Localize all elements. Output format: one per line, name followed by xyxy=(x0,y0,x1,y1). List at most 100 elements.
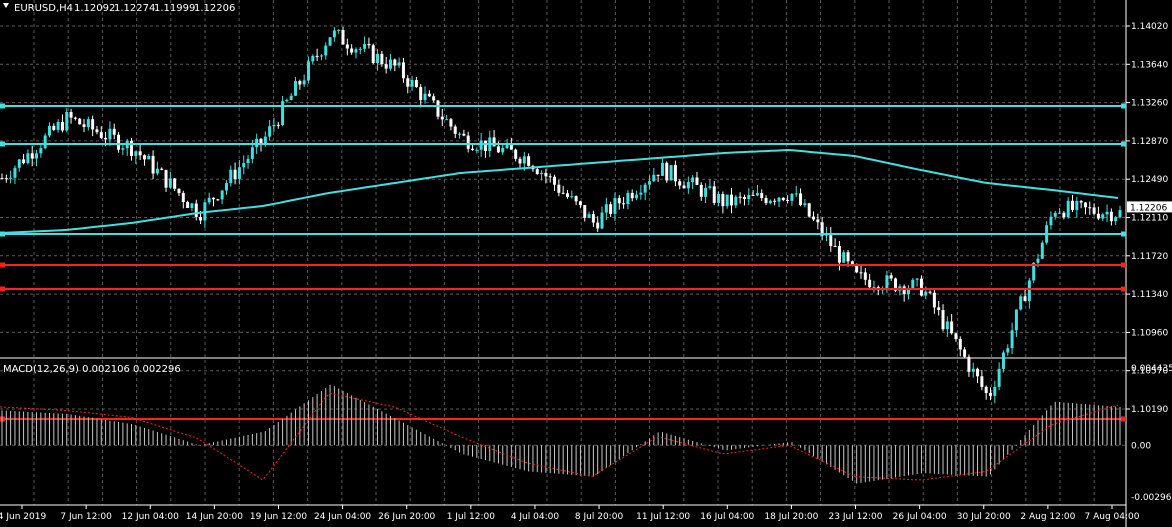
candle-body xyxy=(406,78,410,87)
time-tick-label: 2 Aug 12:00 xyxy=(1020,512,1075,522)
candle-body xyxy=(117,134,121,150)
candle-body xyxy=(289,95,293,100)
level-handle-left[interactable] xyxy=(0,286,5,292)
candle-body xyxy=(155,168,159,174)
candle-body xyxy=(1019,296,1023,310)
candle-body xyxy=(427,93,431,97)
candle-body xyxy=(471,148,475,151)
candle-body xyxy=(73,117,77,119)
high-value: 1.12274 xyxy=(114,3,155,14)
candle-body xyxy=(212,197,216,200)
chart-background xyxy=(0,0,1172,527)
candle-body xyxy=(613,198,617,214)
low-value: 1.11999 xyxy=(154,3,195,14)
candle-body xyxy=(790,193,794,201)
price-tick-label: 1.12110 xyxy=(1131,214,1168,224)
candle-body xyxy=(673,165,677,182)
candle-body xyxy=(99,132,103,139)
price-tick-label: 1.13260 xyxy=(1131,99,1168,109)
candle-body xyxy=(1101,214,1105,219)
candle-body xyxy=(39,148,43,154)
candle-body xyxy=(121,148,125,150)
time-tick-label: 1 Jul 12:00 xyxy=(447,512,496,522)
candle-body xyxy=(695,177,699,185)
candle-body xyxy=(13,167,17,178)
level-handle-right[interactable] xyxy=(1121,103,1126,109)
candle-body xyxy=(561,192,565,194)
candle-body xyxy=(194,203,198,218)
candle-body xyxy=(717,194,721,203)
level-handle-right[interactable] xyxy=(1121,231,1126,237)
level-handle-right[interactable] xyxy=(1121,286,1126,292)
price-tick-label: 1.12870 xyxy=(1131,137,1168,147)
level-handle-left[interactable] xyxy=(0,231,5,237)
macd-header: MACD(12,26,9) 0.002106 0.002296 xyxy=(3,364,181,375)
candle-body xyxy=(626,192,630,205)
candle-body xyxy=(496,146,500,153)
candle-body xyxy=(764,198,768,204)
candle-body xyxy=(639,192,643,195)
time-tick-label: 30 Jul 20:00 xyxy=(957,512,1011,522)
level-handle-right[interactable] xyxy=(1121,141,1126,147)
candle-body xyxy=(915,278,919,280)
trading-chart[interactable]: EURUSD,H4 1.12092 1.12274 1.11999 1.1220… xyxy=(0,0,1172,527)
candle-body xyxy=(630,192,634,199)
candle-body xyxy=(43,135,47,149)
candle-body xyxy=(708,186,712,188)
candle-body xyxy=(976,368,980,377)
candle-body xyxy=(458,133,462,135)
candle-body xyxy=(971,368,975,372)
candle-body xyxy=(190,203,194,208)
candle-body xyxy=(604,204,608,213)
candle-body xyxy=(578,201,582,206)
candle-body xyxy=(699,184,703,197)
candle-body xyxy=(78,118,82,125)
candle-body xyxy=(911,279,915,289)
candle-body xyxy=(207,197,211,203)
candle-body xyxy=(1066,200,1070,218)
candle-body xyxy=(967,356,971,372)
time-tick-label: 11 Jul 12:00 xyxy=(636,512,690,522)
candle-body xyxy=(30,153,34,159)
candle-body xyxy=(95,129,99,133)
candle-body xyxy=(596,222,600,229)
level-handle-left[interactable] xyxy=(0,103,5,109)
candle-body xyxy=(574,196,578,202)
candle-body xyxy=(199,217,203,221)
candle-body xyxy=(229,169,233,184)
candle-body xyxy=(527,156,531,166)
level-handle-right[interactable] xyxy=(1121,262,1126,268)
candle-body xyxy=(479,140,483,150)
candle-body xyxy=(237,167,241,180)
candle-body xyxy=(449,119,453,127)
candle-body xyxy=(635,194,639,199)
candle-body xyxy=(315,55,319,57)
candle-body xyxy=(354,49,358,53)
candle-body xyxy=(1075,200,1079,210)
candle-body xyxy=(617,198,621,204)
candle-body xyxy=(466,135,470,149)
candle-body xyxy=(686,182,690,189)
time-tick-label: 18 Jul 20:00 xyxy=(764,512,818,522)
candle-body xyxy=(462,133,466,136)
candle-body xyxy=(134,151,138,156)
candle-body xyxy=(656,174,660,176)
candle-body xyxy=(358,48,362,50)
level-handle-left[interactable] xyxy=(0,141,5,147)
level-handle-right[interactable] xyxy=(1121,416,1126,422)
candle-body xyxy=(863,272,867,280)
candle-body xyxy=(445,119,449,121)
candle-body xyxy=(760,192,764,199)
level-handle-left[interactable] xyxy=(0,262,5,268)
candle-body xyxy=(1083,202,1087,208)
candle-body xyxy=(786,200,790,202)
candle-body xyxy=(868,279,872,288)
candle-body xyxy=(22,159,26,164)
candle-body xyxy=(91,119,95,130)
time-tick-label: 14 Jun 20:00 xyxy=(186,512,243,522)
candle-body xyxy=(492,137,496,147)
candle-body xyxy=(941,310,945,330)
candle-body xyxy=(928,291,932,293)
candle-body xyxy=(678,181,682,186)
candle-body xyxy=(436,100,440,117)
